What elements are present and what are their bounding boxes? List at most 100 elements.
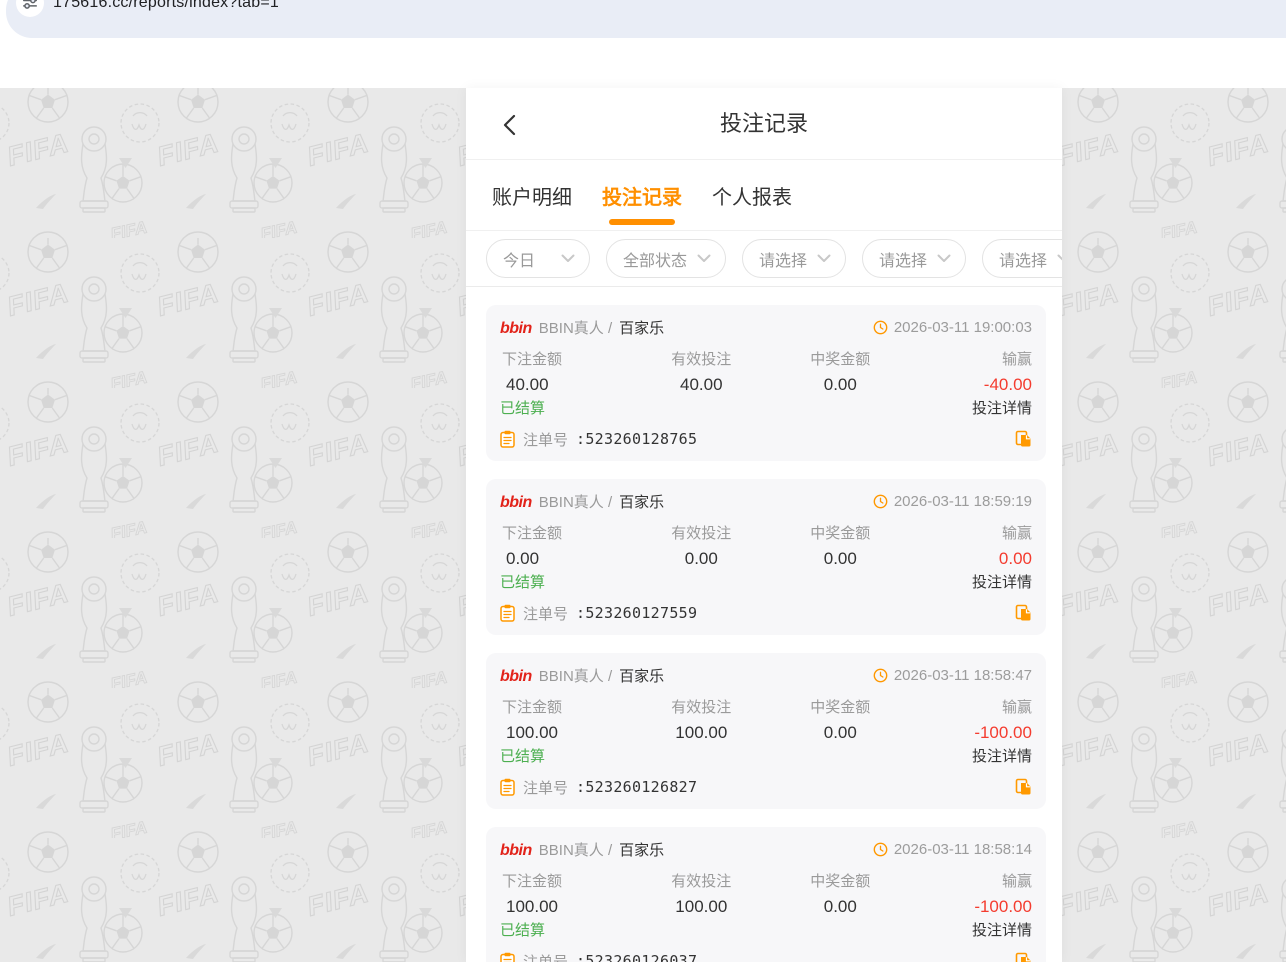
valid-bet: 0.00 xyxy=(634,548,768,570)
status-badge: 已结算 xyxy=(500,921,545,941)
label-prize-amount: 中奖金额 xyxy=(768,350,912,369)
provider-name: BBIN真人 / xyxy=(539,317,612,338)
valid-bet: 100.00 xyxy=(634,896,768,918)
label-prize-amount: 中奖金额 xyxy=(768,524,912,543)
win-loss-amount: -100.00 xyxy=(912,722,1032,744)
filter-date[interactable]: 今日 xyxy=(486,239,590,278)
address-bar[interactable]: 175616.cc/reports/index?tab=1 xyxy=(6,0,1286,38)
filter-status-value: 全部状态 xyxy=(623,247,687,271)
bet-detail-link[interactable]: 投注详情 xyxy=(972,573,1032,593)
bet-record-card: bbin BBIN真人 / 百家乐 2026-03-11 18:59:19 下注… xyxy=(486,479,1046,635)
back-button[interactable] xyxy=(498,112,524,138)
label-win-loss: 输赢 xyxy=(912,524,1032,543)
bet-record-card: bbin BBIN真人 / 百家乐 2026-03-11 19:00:03 下注… xyxy=(486,305,1046,461)
bet-amount: 100.00 xyxy=(500,722,634,744)
order-number: :523260128765 xyxy=(576,430,697,448)
clock-icon xyxy=(873,494,888,509)
prize-amount: 0.00 xyxy=(768,722,912,744)
filter-select-1[interactable]: 请选择 xyxy=(742,239,846,278)
order-label: 注单号 xyxy=(523,951,568,962)
browser-bar: 175616.cc/reports/index?tab=1 xyxy=(0,0,1286,42)
copy-order-button[interactable] xyxy=(1015,604,1032,622)
win-loss-amount: -40.00 xyxy=(912,374,1032,396)
label-win-loss: 输赢 xyxy=(912,698,1032,717)
filter-select-1-value: 请选择 xyxy=(759,247,807,271)
filter-bar[interactable]: 今日 全部状态 请选择 请选择 请选择 xyxy=(466,231,1062,287)
bet-time: 2026-03-11 18:59:19 xyxy=(894,493,1032,510)
order-label: 注单号 xyxy=(523,777,568,798)
bet-detail-link[interactable]: 投注详情 xyxy=(972,399,1032,419)
filter-status[interactable]: 全部状态 xyxy=(606,239,726,278)
status-badge: 已结算 xyxy=(500,399,545,419)
label-prize-amount: 中奖金额 xyxy=(768,872,912,891)
order-label: 注单号 xyxy=(523,603,568,624)
bet-record-card: bbin BBIN真人 / 百家乐 2026-03-11 18:58:14 下注… xyxy=(486,827,1046,962)
label-bet-amount: 下注金额 xyxy=(500,698,634,717)
copy-icon xyxy=(1015,952,1032,962)
tab-bet-records[interactable]: 投注记录 xyxy=(600,160,684,230)
bet-amount: 0.00 xyxy=(500,548,634,570)
bet-time: 2026-03-11 19:00:03 xyxy=(894,319,1032,336)
bbin-logo: bbin xyxy=(500,494,532,512)
bet-detail-link[interactable]: 投注详情 xyxy=(972,921,1032,941)
order-note-icon xyxy=(500,604,515,622)
tune-icon xyxy=(20,0,40,13)
game-name: 百家乐 xyxy=(619,839,664,860)
game-name: 百家乐 xyxy=(619,665,664,686)
copy-icon xyxy=(1015,430,1032,448)
bet-detail-link[interactable]: 投注详情 xyxy=(972,747,1032,767)
tab-account-details[interactable]: 账户明细 xyxy=(490,160,574,230)
bbin-logo: bbin xyxy=(500,842,532,860)
bet-amount: 100.00 xyxy=(500,896,634,918)
page-header: 投注记录 xyxy=(466,88,1062,160)
win-loss-amount: -100.00 xyxy=(912,896,1032,918)
game-name: 百家乐 xyxy=(619,491,664,512)
site-settings-button[interactable] xyxy=(16,0,44,17)
filter-select-3[interactable]: 请选择 xyxy=(982,239,1062,278)
bet-amount: 40.00 xyxy=(500,374,634,396)
clock-icon xyxy=(873,842,888,857)
tab-personal-report[interactable]: 个人报表 xyxy=(710,160,794,230)
bet-time: 2026-03-11 18:58:47 xyxy=(894,667,1032,684)
url-text[interactable]: 175616.cc/reports/index?tab=1 xyxy=(53,0,279,12)
label-valid-bet: 有效投注 xyxy=(634,872,768,891)
order-note-icon xyxy=(500,952,515,962)
bbin-logo: bbin xyxy=(500,668,532,686)
copy-order-button[interactable] xyxy=(1015,778,1032,796)
chevron-down-icon xyxy=(817,254,831,263)
valid-bet: 40.00 xyxy=(634,374,768,396)
copy-order-button[interactable] xyxy=(1015,952,1032,962)
filter-select-3-value: 请选择 xyxy=(999,247,1047,271)
prize-amount: 0.00 xyxy=(768,374,912,396)
provider-name: BBIN真人 / xyxy=(539,491,612,512)
valid-bet: 100.00 xyxy=(634,722,768,744)
prize-amount: 0.00 xyxy=(768,548,912,570)
copy-order-button[interactable] xyxy=(1015,430,1032,448)
tab-bar: 账户明细 投注记录 个人报表 xyxy=(466,160,1062,231)
order-number: :523260127559 xyxy=(576,604,697,622)
chevron-down-icon xyxy=(1057,254,1062,263)
label-valid-bet: 有效投注 xyxy=(634,350,768,369)
status-badge: 已结算 xyxy=(500,747,545,767)
label-bet-amount: 下注金额 xyxy=(500,872,634,891)
label-valid-bet: 有效投注 xyxy=(634,698,768,717)
provider-name: BBIN真人 / xyxy=(539,839,612,860)
label-bet-amount: 下注金额 xyxy=(500,350,634,369)
label-win-loss: 输赢 xyxy=(912,872,1032,891)
bet-record-card: bbin BBIN真人 / 百家乐 2026-03-11 18:58:47 下注… xyxy=(486,653,1046,809)
label-valid-bet: 有效投注 xyxy=(634,524,768,543)
label-prize-amount: 中奖金额 xyxy=(768,698,912,717)
win-loss-amount: 0.00 xyxy=(912,548,1032,570)
prize-amount: 0.00 xyxy=(768,896,912,918)
copy-icon xyxy=(1015,778,1032,796)
app-panel: 投注记录 账户明细 投注记录 个人报表 今日 全部状态 请选择 请选择 xyxy=(466,88,1062,962)
page-title: 投注记录 xyxy=(466,88,1062,160)
bet-time: 2026-03-11 18:58:14 xyxy=(894,841,1032,858)
filter-select-2-value: 请选择 xyxy=(879,247,927,271)
label-bet-amount: 下注金额 xyxy=(500,524,634,543)
chevron-down-icon xyxy=(937,254,951,263)
filter-select-2[interactable]: 请选择 xyxy=(862,239,966,278)
clock-icon xyxy=(873,320,888,335)
provider-name: BBIN真人 / xyxy=(539,665,612,686)
order-label: 注单号 xyxy=(523,429,568,450)
